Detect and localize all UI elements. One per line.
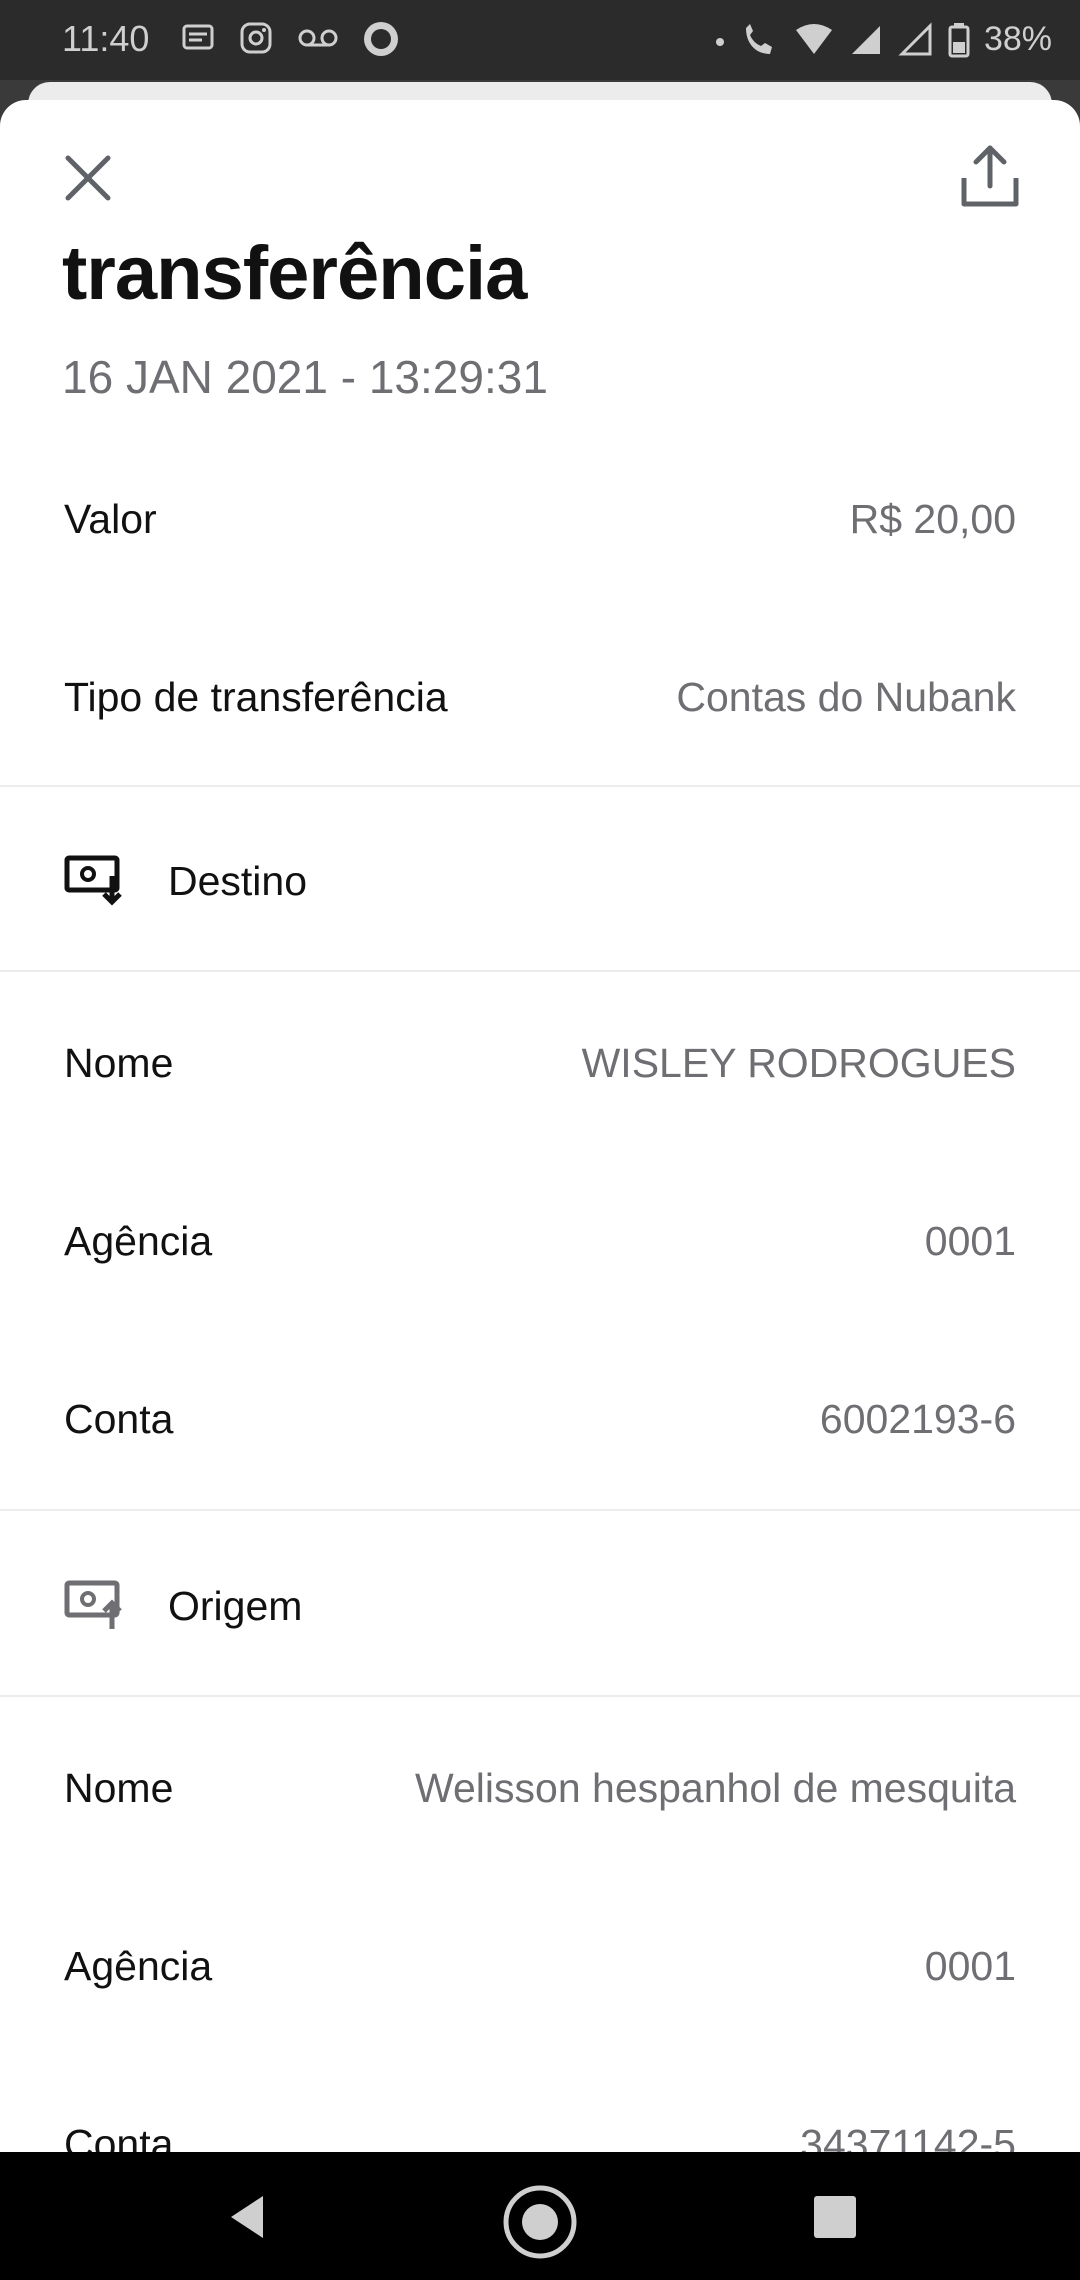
destination-account-row: Conta 6002193-6 [0,1368,1080,1468]
origin-section-header: Origem [0,1555,1080,1655]
origin-name-label: Nome [64,1765,174,1811]
origin-account-value: 34371142-5 [800,2121,1016,2152]
back-button[interactable] [213,2182,283,2252]
status-bar: 11:40 38% [0,0,1080,80]
divider [0,1695,1080,1697]
recents-button[interactable] [800,2182,870,2252]
recents-square-icon [814,2196,856,2238]
voicemail-icon [298,29,338,47]
destination-agency-value: 0001 [924,1218,1016,1264]
instagram-icon [240,22,272,54]
origin-name-value: Welisson hespanhol de mesquita [415,1765,1016,1811]
signal-4g-icon [898,21,932,55]
close-icon [65,155,111,201]
amount-row: Valor R$ 20,00 [0,468,1080,568]
destination-name-row: Nome WISLEY RODROGUES [0,1012,1080,1112]
destination-agency-row: Agência 0001 [0,1190,1080,1290]
volte-call-icon [745,23,772,54]
destination-section-header: Destino [0,830,1080,930]
amount-value: R$ 20,00 [849,496,1016,542]
origin-title: Origem [168,1583,303,1629]
share-icon [961,145,1019,207]
destination-name-value: WISLEY RODROGUES [581,1040,1016,1086]
destination-account-value: 6002193-6 [819,1396,1016,1442]
destination-agency-label: Agência [64,1218,213,1264]
transfer-type-value: Contas do Nubank [676,674,1016,720]
close-button[interactable] [56,146,120,210]
transfer-type-row: Tipo de transferência Contas do Nubank [0,646,1080,746]
origin-agency-value: 0001 [924,1943,1016,1989]
battery-icon [948,22,970,57]
wifi-icon [795,23,832,54]
message-icon [182,24,214,50]
transfer-details-sheet: transferência 16 JAN 2021 - 13:29:31 Val… [0,100,1080,2152]
status-icons-right: 38% [714,20,1052,59]
origin-agency-label: Agência [64,1943,213,1989]
status-time: 11:40 [62,18,150,59]
amount-label: Valor [64,496,157,542]
navigation-bar [0,2152,1080,2280]
destination-title: Destino [168,858,308,904]
notification-icon [364,22,398,56]
status-icons-left [180,20,400,58]
destination-account-label: Conta [64,1396,174,1442]
divider [0,1509,1080,1511]
share-button[interactable] [958,142,1022,212]
dot-icon [715,37,724,46]
origin-account-label: Conta [64,2121,174,2152]
divider [0,785,1080,787]
home-circle-icon [503,2185,577,2259]
signal-icon [851,25,880,54]
page-title: transferência [62,231,527,316]
money-out-icon [64,1580,122,1629]
divider [0,970,1080,972]
origin-agency-row: Agência 0001 [0,1915,1080,2015]
transfer-type-label: Tipo de transferência [64,674,448,720]
origin-account-row: Conta 34371142-5 [0,2093,1080,2152]
origin-name-row: Nome Welisson hespanhol de mesquita [0,1737,1080,1837]
battery-percent: 38% [983,20,1052,58]
money-in-icon [64,855,122,906]
back-triangle-icon [231,2196,263,2238]
home-button[interactable] [500,2182,577,2259]
transfer-datetime: 16 JAN 2021 - 13:29:31 [62,351,548,403]
destination-name-label: Nome [64,1040,174,1086]
